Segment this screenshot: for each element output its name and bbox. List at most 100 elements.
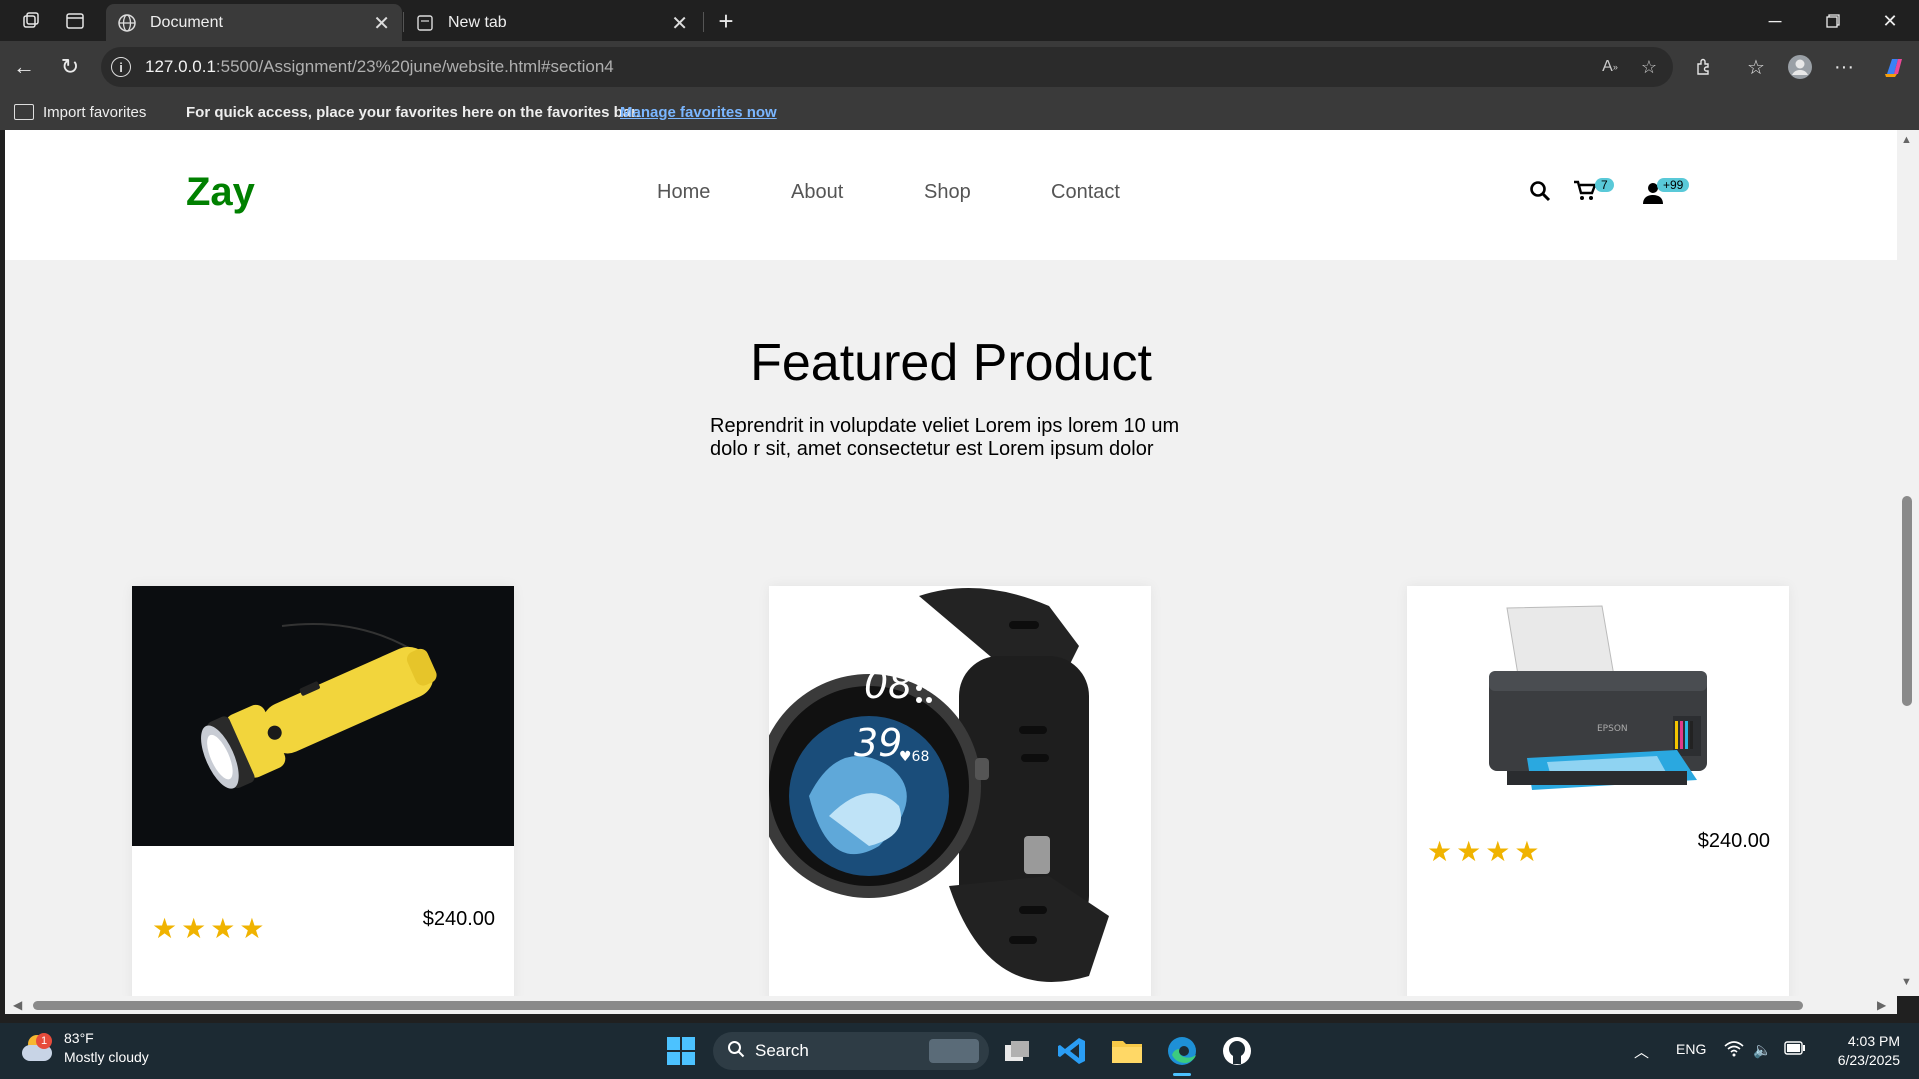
section-title: Featured Product	[750, 334, 1152, 392]
description-line-1: Reprendrit in volupdate veliet Lorem ips…	[710, 415, 1180, 437]
rating-stars: ★ ★ ★ ★	[152, 915, 264, 943]
nav-shop[interactable]: Shop	[924, 181, 971, 204]
vertical-scroll-thumb[interactable]	[1902, 496, 1912, 706]
favorite-star-icon[interactable]: ☆	[1638, 56, 1660, 78]
scroll-right-arrow-icon[interactable]: ▶	[1877, 998, 1886, 1012]
windows-taskbar: 1 83°F Mostly cloudy Search ︿ ENG 🔈 4:03…	[0, 1023, 1919, 1079]
product-price: $240.00	[422, 908, 495, 930]
nav-contact[interactable]: Contact	[1051, 181, 1120, 204]
weather-widget[interactable]: 1 83°F Mostly cloudy	[20, 1029, 149, 1067]
github-icon[interactable]	[1220, 1034, 1254, 1068]
svg-text:08: 08	[864, 663, 912, 707]
browser-toolbar: ← ↻ i 127.0.0.1:5500/Assignment/23%20jun…	[0, 41, 1919, 94]
favorites-icon[interactable]: ☆	[1740, 51, 1772, 83]
user-count-badge: +99	[1657, 178, 1690, 192]
product-image-flashlight[interactable]	[132, 586, 514, 846]
scroll-left-arrow-icon[interactable]: ◀	[13, 998, 22, 1012]
horizontal-scroll-thumb[interactable]	[33, 1001, 1803, 1010]
tab-actions-icon[interactable]	[62, 8, 88, 34]
new-tab-plus-icon[interactable]: +	[713, 6, 739, 36]
close-tab-icon[interactable]: ✕	[373, 11, 390, 36]
search-icon[interactable]	[1529, 180, 1551, 208]
section-description: Reprendrit in volupdate veliet Lorem ips…	[710, 415, 1200, 461]
weather-cloudy-icon: 1	[20, 1033, 54, 1063]
edge-browser-icon[interactable]	[1165, 1034, 1199, 1076]
product-card[interactable]: ★ ★ ★ ★ $240.00	[132, 586, 514, 996]
star-icon: ★	[1514, 836, 1540, 867]
star-icon: ★	[239, 913, 265, 944]
site-header: Zay Home About Shop Contact 7 +99	[5, 130, 1897, 260]
address-bar[interactable]: i 127.0.0.1:5500/Assignment/23%20june/we…	[101, 47, 1673, 87]
import-favorites-button[interactable]: Import favorites	[14, 104, 146, 121]
task-view-icon[interactable]	[1000, 1034, 1034, 1068]
restore-button[interactable]	[1813, 6, 1853, 36]
site-info-icon[interactable]: i	[111, 57, 131, 77]
weather-description: Mostly cloudy	[64, 1049, 149, 1065]
wifi-icon[interactable]	[1724, 1041, 1744, 1061]
manage-favorites-link[interactable]: Manage favorites now	[620, 104, 777, 121]
battery-icon[interactable]	[1784, 1041, 1806, 1059]
language-indicator[interactable]: ENG	[1676, 1041, 1706, 1057]
tab-new-tab[interactable]: New tab ✕	[404, 4, 700, 41]
vertical-scrollbar[interactable]: ▲ ▼	[1897, 130, 1919, 996]
svg-text:EPSON: EPSON	[1597, 724, 1628, 734]
read-aloud-icon[interactable]: A»	[1599, 56, 1621, 78]
extensions-icon[interactable]	[1688, 51, 1720, 83]
close-tab-icon[interactable]: ✕	[671, 11, 688, 36]
taskbar-search[interactable]: Search	[713, 1032, 989, 1070]
url-path: :5500/Assignment/23%20june/website.html#…	[215, 57, 614, 76]
show-hidden-icons-chevron-icon[interactable]: ︿	[1634, 1041, 1649, 1062]
weather-temperature: 83°F	[64, 1030, 94, 1046]
url-host: 127.0.0.1	[145, 57, 216, 76]
cart-icon[interactable]	[1573, 180, 1597, 208]
search-label: Search	[755, 1041, 809, 1060]
more-menu-icon[interactable]: ···	[1828, 51, 1860, 83]
product-price: $240.00	[1697, 830, 1770, 852]
rating-stars: ★ ★ ★ ★	[1427, 838, 1539, 866]
import-icon	[14, 104, 34, 120]
description-line-2: dolo r sit, amet consectetur est Lorem i…	[710, 438, 1154, 460]
product-card[interactable]: EPSON ★ ★ ★ ★ $240.00	[1407, 586, 1789, 996]
clock-time: 4:03 PM	[1847, 1033, 1900, 1049]
star-icon: ★	[1427, 836, 1453, 867]
product-image-printer[interactable]: EPSON	[1407, 586, 1789, 808]
start-windows-icon[interactable]	[664, 1034, 698, 1068]
profile-avatar-icon[interactable]	[1784, 51, 1816, 83]
cart-count-badge: 7	[1595, 178, 1614, 192]
horizontal-scrollbar[interactable]: ◀ ▶	[5, 996, 1897, 1014]
scroll-up-arrow-icon[interactable]: ▲	[1901, 134, 1912, 146]
volume-icon[interactable]: 🔈	[1753, 1041, 1772, 1059]
page-viewport: Zay Home About Shop Contact 7 +99 Featur…	[5, 130, 1897, 996]
star-icon: ★	[152, 913, 178, 944]
scroll-down-arrow-icon[interactable]: ▼	[1901, 976, 1912, 988]
search-highlight-icon	[929, 1039, 979, 1063]
window-border	[0, 1014, 1919, 1023]
product-card[interactable]: 08 39 ♥68	[757, 586, 1151, 996]
file-explorer-icon[interactable]	[1110, 1034, 1144, 1068]
star-icon: ★	[1485, 836, 1511, 867]
close-window-button[interactable]: ✕	[1870, 6, 1910, 36]
vscode-icon[interactable]	[1055, 1034, 1089, 1068]
nav-home[interactable]: Home	[657, 181, 710, 204]
tab-title: New tab	[448, 13, 507, 31]
page-icon	[414, 12, 436, 34]
workspaces-icon[interactable]	[18, 8, 44, 34]
copilot-icon[interactable]	[1878, 51, 1910, 83]
site-logo[interactable]: Zay	[186, 170, 255, 215]
tab-document[interactable]: Document ✕	[106, 4, 402, 41]
star-icon: ★	[181, 913, 207, 944]
minimize-button[interactable]: ─	[1755, 6, 1795, 36]
nav-about[interactable]: About	[791, 181, 843, 204]
browser-titlebar: Document ✕ New tab ✕ + ─ ✕	[0, 0, 1919, 41]
back-arrow-icon[interactable]: ←	[8, 51, 40, 83]
favorites-bar-message: For quick access, place your favorites h…	[186, 103, 641, 121]
star-icon: ★	[1456, 836, 1482, 867]
system-clock[interactable]: 4:03 PM 6/23/2025	[1820, 1032, 1900, 1070]
refresh-icon[interactable]: ↻	[54, 51, 86, 83]
weather-badge: 1	[36, 1033, 52, 1049]
favorites-bar: Import favorites For quick access, place…	[0, 94, 1919, 130]
clock-date: 6/23/2025	[1837, 1052, 1900, 1068]
product-image-smartwatch[interactable]: 08 39 ♥68	[757, 586, 1151, 996]
svg-text:♥68: ♥68	[899, 749, 929, 765]
svg-text:39: 39	[854, 721, 902, 765]
